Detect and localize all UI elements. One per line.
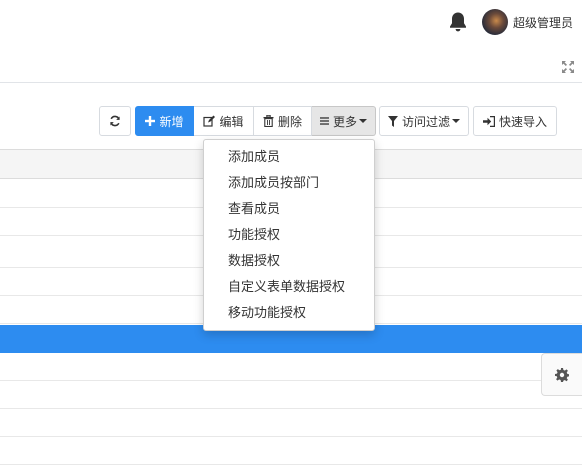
- add-button[interactable]: 新增: [135, 106, 194, 136]
- menu-item-add-member[interactable]: 添加成员: [204, 145, 374, 171]
- sign-in-icon: [482, 115, 495, 127]
- avatar[interactable]: [482, 9, 508, 35]
- menu-item-function-auth[interactable]: 功能授权: [204, 223, 374, 249]
- table-row[interactable]: [0, 437, 582, 465]
- table-row[interactable]: [0, 381, 582, 409]
- settings-button[interactable]: [541, 353, 582, 396]
- menu-item-add-member-by-dept[interactable]: 添加成员按部门: [204, 171, 374, 197]
- menu-item-mobile-function-auth[interactable]: 移动功能授权: [204, 301, 374, 327]
- gear-icon: [555, 367, 569, 382]
- plus-icon: [145, 116, 156, 126]
- trash-icon: [263, 115, 274, 127]
- access-filter-label: 访问过滤: [401, 114, 450, 129]
- more-button[interactable]: 更多: [312, 106, 376, 136]
- table-row[interactable]: [0, 409, 582, 437]
- expand-icon[interactable]: [561, 60, 575, 74]
- access-filter-button[interactable]: 访问过滤: [379, 106, 469, 136]
- more-label: 更多: [332, 114, 357, 129]
- menu-item-custom-form-data-auth[interactable]: 自定义表单数据授权: [204, 275, 374, 301]
- more-dropdown-menu: 添加成员 添加成员按部门 查看成员 功能授权 数据授权 自定义表单数据授权 移动…: [203, 139, 375, 331]
- edit-button[interactable]: 编辑: [194, 106, 254, 136]
- username[interactable]: 超级管理员: [513, 14, 573, 31]
- refresh-button[interactable]: [99, 106, 131, 136]
- menu-item-data-auth[interactable]: 数据授权: [204, 249, 374, 275]
- add-label: 新增: [159, 114, 184, 129]
- quick-import-button[interactable]: 快速导入: [473, 106, 557, 136]
- bell-icon[interactable]: [448, 11, 468, 33]
- delete-button[interactable]: 删除: [254, 106, 312, 136]
- caret-down-icon: [359, 119, 367, 123]
- refresh-icon: [110, 115, 120, 127]
- top-navbar: 超级管理员: [0, 0, 582, 44]
- filter-icon: [388, 115, 398, 127]
- action-button-group: 新增 编辑 删除 更多: [135, 106, 376, 136]
- delete-label: 删除: [277, 114, 302, 129]
- list-icon: [320, 117, 329, 125]
- edit-icon: [203, 115, 216, 127]
- edit-label: 编辑: [219, 114, 244, 129]
- table-row[interactable]: [0, 353, 582, 381]
- menu-item-view-members[interactable]: 查看成员: [204, 197, 374, 223]
- caret-down-icon: [452, 119, 460, 123]
- quick-import-label: 快速导入: [498, 114, 547, 129]
